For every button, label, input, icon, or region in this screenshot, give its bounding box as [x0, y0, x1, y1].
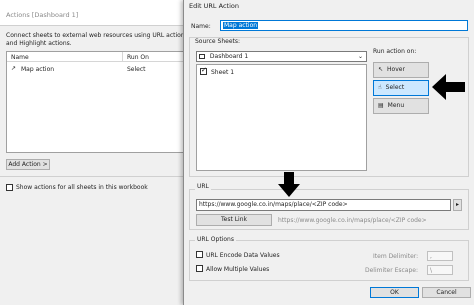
show-all-sheets-label: Show actions for all sheets in this work…: [16, 184, 148, 191]
delimiter-escape-value: \: [430, 267, 433, 274]
run-action-label: Run action on:: [373, 48, 417, 55]
hover-button[interactable]: ↖ Hover: [373, 62, 429, 78]
menu-icon: ▤: [378, 102, 384, 109]
column-header-run-on[interactable]: Run On: [127, 54, 149, 61]
annotation-arrow-down: [278, 172, 300, 197]
test-link-preview: https://www.google.co.in/maps/place/<ZIP…: [278, 217, 427, 224]
triangle-right-icon: ▸: [455, 201, 459, 208]
action-run-on-cell: Select: [127, 66, 146, 73]
cancel-button[interactable]: Cancel: [422, 287, 471, 298]
check-icon: ✓: [201, 66, 207, 74]
hover-cursor-icon: ↖: [378, 66, 384, 73]
column-header-name[interactable]: Name: [11, 54, 29, 61]
select-pointer-icon: ☝: [378, 84, 382, 91]
url-insert-field-button[interactable]: ▸: [453, 199, 462, 211]
actions-description-line2: and Highlight actions.: [6, 40, 72, 47]
test-link-button[interactable]: Test Link: [196, 214, 272, 226]
name-field-value: Map action: [223, 22, 259, 29]
name-field[interactable]: Map action: [220, 20, 468, 31]
hover-button-label: Hover: [387, 66, 405, 73]
item-delimiter-value: ,: [430, 253, 432, 260]
actions-description-line1: Connect sheets to external web resources…: [6, 32, 198, 39]
allow-multiple-label: Allow Multiple Values: [206, 266, 270, 273]
source-sheets-label: Source Sheets:: [195, 38, 241, 45]
url-encode-label: URL Encode Data Values: [206, 252, 280, 259]
sheet-1-checkbox[interactable]: ✓: [200, 66, 207, 75]
url-field[interactable]: https://www.google.co.in/maps/place/<ZIP…: [196, 199, 451, 211]
select-button[interactable]: ☝ Select: [373, 80, 429, 96]
ok-button[interactable]: OK: [370, 287, 419, 298]
sheet-1-label: Sheet 1: [211, 69, 235, 76]
show-all-sheets-checkbox[interactable]: [6, 184, 13, 191]
menu-button-label: Menu: [387, 102, 405, 109]
actions-dialog-title: Actions [Dashboard 1]: [6, 11, 79, 19]
edit-url-action-dialog: Edit URL Action Name: Map action Source …: [183, 0, 474, 305]
allow-multiple-checkbox[interactable]: [196, 265, 203, 272]
item-delimiter-label: Item Delimiter:: [373, 253, 419, 260]
add-action-button[interactable]: Add Action >: [6, 159, 50, 170]
url-action-icon: ↗: [11, 65, 17, 72]
name-label: Name:: [191, 23, 211, 30]
menu-button[interactable]: ▤ Menu: [373, 98, 429, 114]
sheet-list: ✓ Sheet 1: [196, 64, 367, 171]
delimiter-escape-field[interactable]: \: [427, 265, 453, 275]
url-encode-checkbox[interactable]: [196, 251, 203, 258]
table-row[interactable]: ↗ Map action Select: [7, 64, 195, 74]
dashboard-icon: [199, 54, 205, 59]
delimiter-escape-label: Delimiter Escape:: [365, 267, 418, 274]
annotation-arrow-left: [432, 74, 465, 100]
url-options-label: URL Options: [195, 236, 236, 243]
column-divider: [122, 52, 123, 62]
item-delimiter-field[interactable]: ,: [427, 251, 453, 261]
actions-dialog: Actions [Dashboard 1] Connect sheets to …: [0, 0, 200, 305]
select-button-label: Select: [385, 84, 405, 91]
dashboard-select[interactable]: Dashboard 1 ⌄: [196, 51, 367, 62]
dashboard-select-value: Dashboard 1: [209, 53, 249, 60]
actions-divider: [0, 176, 200, 177]
chevron-down-icon: ⌄: [357, 53, 363, 60]
actions-table: Name Run On ↗ Map action Select: [6, 51, 196, 153]
actions-table-header: Name Run On: [7, 52, 195, 62]
url-section-label: URL: [195, 183, 211, 190]
action-name-cell: Map action: [21, 66, 55, 73]
edit-dialog-title: Edit URL Action: [189, 2, 239, 10]
url-field-value: https://www.google.co.in/maps/place/<ZIP…: [199, 201, 348, 208]
